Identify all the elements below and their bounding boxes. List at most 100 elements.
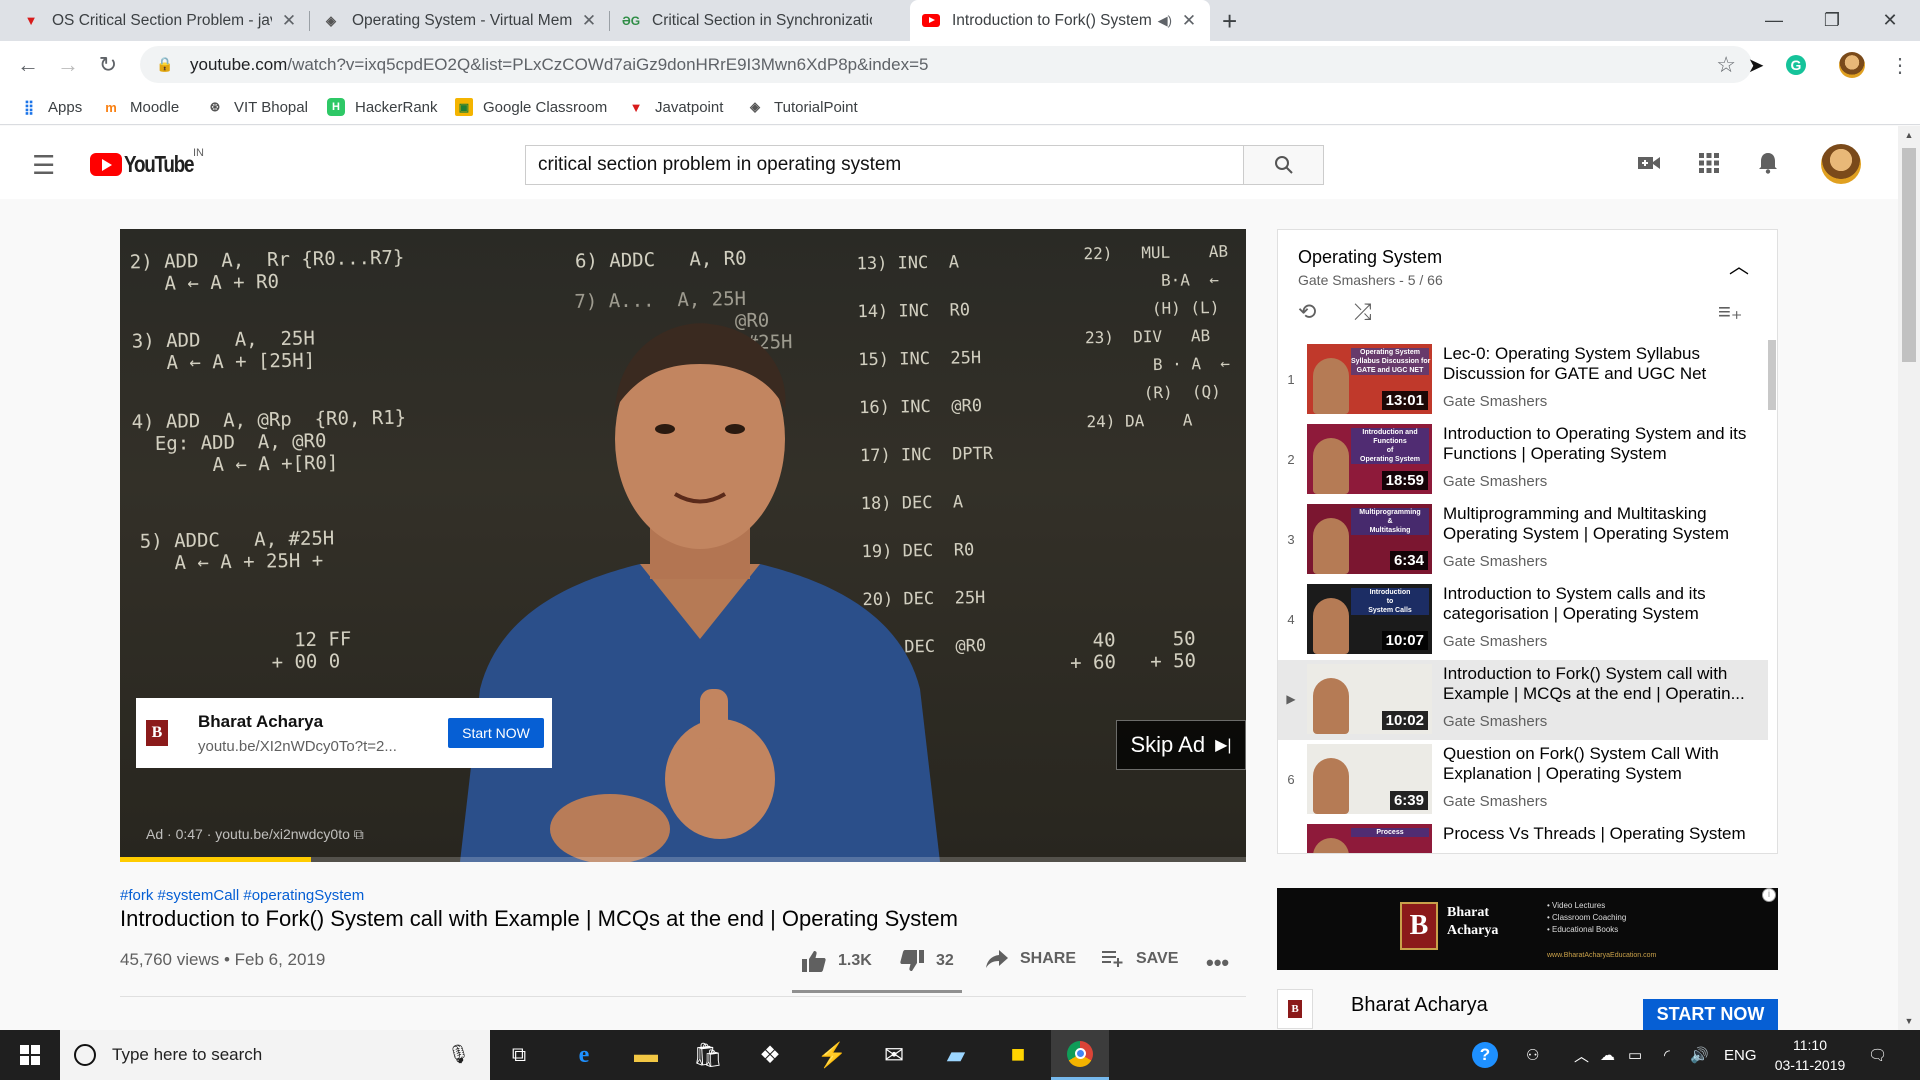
playlist-item-thumbnail[interactable]: Introduction and Functions of Operating … bbox=[1307, 424, 1432, 494]
microphone-icon[interactable]: 🎙 bbox=[447, 1044, 470, 1065]
start-button[interactable] bbox=[0, 1030, 60, 1080]
ad-info-icon[interactable]: i bbox=[1762, 888, 1776, 902]
close-icon[interactable]: ✕ bbox=[280, 11, 298, 31]
video-player[interactable]: 2) ADD A, Rr {R0...R7} A ← A + R0 3) ADD… bbox=[120, 229, 1246, 862]
onedrive-cloud-icon[interactable]: ☁ bbox=[1600, 1030, 1615, 1080]
browser-tab[interactable]: ƏG Critical Section in Synchronization ✕ bbox=[610, 0, 910, 41]
help-icon[interactable]: ? bbox=[1472, 1030, 1498, 1080]
chevron-up-icon[interactable]: ︿ bbox=[1729, 250, 1749, 279]
playlist-item-title[interactable]: Process Vs Threads | Operating System bbox=[1443, 824, 1753, 844]
ad-start-now-button[interactable]: Start NOW bbox=[448, 718, 544, 748]
bookmark-star-icon[interactable]: ☆ bbox=[1716, 52, 1736, 78]
battery-icon[interactable]: ▭ bbox=[1628, 1030, 1642, 1080]
hamburger-menu-icon[interactable]: ☰ bbox=[32, 150, 55, 181]
scrollbar-thumb[interactable] bbox=[1902, 148, 1916, 362]
more-actions-icon[interactable]: ••• bbox=[1206, 950, 1229, 976]
taskbar-search-box[interactable]: Type here to search 🎙 bbox=[60, 1030, 490, 1080]
playlist-item-thumbnail[interactable]: Process bbox=[1307, 824, 1432, 853]
close-icon[interactable]: ✕ bbox=[1180, 11, 1198, 31]
back-arrow-icon[interactable]: ← bbox=[12, 49, 44, 81]
menu-kebab-icon[interactable]: ⋮ bbox=[1884, 49, 1916, 81]
playlist-item-thumbnail[interactable]: Introduction to System Calls 10:07 bbox=[1307, 584, 1432, 654]
browser-tab[interactable]: ◈ Operating System - Virtual Memory ✕ bbox=[310, 0, 610, 41]
grammarly-icon[interactable]: G bbox=[1780, 49, 1812, 81]
speaker-icon[interactable]: ◀) bbox=[1158, 13, 1172, 29]
bookmark-moodle[interactable]: m Moodle bbox=[102, 96, 179, 118]
playlist-item[interactable]: 4 Introduction to System Calls 10:07 Introd… bbox=[1278, 580, 1768, 660]
playlist-item-title[interactable]: Multiprogramming and Multitasking Operat… bbox=[1443, 504, 1753, 544]
forward-arrow-icon[interactable]: → bbox=[52, 49, 84, 81]
ad-link[interactable]: youtu.be/XI2nWDcy0To?t=2... bbox=[198, 738, 418, 755]
dropbox-icon[interactable]: ❖ bbox=[741, 1030, 799, 1080]
search-button[interactable] bbox=[1244, 145, 1324, 185]
playlist-item-thumbnail[interactable]: Operating System Syllabus Discussion for… bbox=[1307, 344, 1432, 414]
playlist-item[interactable]: 6 6:39 Question on Fork() System Call With… bbox=[1278, 740, 1768, 820]
address-bar[interactable]: 🔒 youtube.com/watch?v=ixq5cpdEO2Q&list=P… bbox=[140, 46, 1752, 83]
bookmark-google-classroom[interactable]: ▣ Google Classroom bbox=[455, 96, 607, 118]
ad-progress-bar[interactable] bbox=[120, 857, 1246, 862]
bookmark-vit-bhopal[interactable]: ⊛ VIT Bhopal bbox=[206, 96, 308, 118]
visual-studio-icon[interactable]: ⚡ bbox=[803, 1030, 861, 1080]
notifications-bell-icon[interactable] bbox=[1755, 150, 1781, 176]
minimize-icon[interactable]: — bbox=[1745, 0, 1803, 41]
scroll-down-arrow-icon[interactable]: ▼ bbox=[1898, 1012, 1920, 1030]
bookmark-tutorialpoint[interactable]: ◈ TutorialPoint bbox=[746, 96, 858, 118]
playlist-scrollbar-thumb[interactable] bbox=[1768, 340, 1776, 410]
store-icon[interactable]: 🛍 bbox=[679, 1030, 737, 1080]
playlist-item[interactable]: 7 Process Process Vs Threads | Operating S… bbox=[1278, 820, 1768, 853]
playlist-item-title[interactable]: Question on Fork() System Call With Expl… bbox=[1443, 744, 1753, 784]
close-icon[interactable]: ✕ bbox=[580, 11, 598, 31]
volume-icon[interactable]: 🔊 bbox=[1690, 1030, 1709, 1080]
cursor-extension-icon[interactable]: ➤ bbox=[1740, 49, 1772, 81]
maximize-icon[interactable]: ❐ bbox=[1803, 0, 1861, 41]
playlist-item-title[interactable]: Introduction to System calls and its cat… bbox=[1443, 584, 1753, 624]
page-scrollbar[interactable]: ▲ ▼ bbox=[1898, 126, 1920, 1030]
scroll-up-arrow-icon[interactable]: ▲ bbox=[1898, 126, 1920, 144]
apps-grid-icon[interactable] bbox=[1696, 150, 1722, 176]
playlist-item[interactable]: 3 Multiprogramming & Multitasking 6:34 Mult… bbox=[1278, 500, 1768, 580]
new-tab-icon[interactable]: + bbox=[1222, 6, 1237, 37]
playlist-item-thumbnail[interactable]: 10:02 bbox=[1307, 664, 1432, 734]
sticky-notes-icon[interactable]: ■ bbox=[989, 1030, 1047, 1080]
search-input[interactable] bbox=[526, 146, 1243, 184]
edge-icon[interactable]: e bbox=[555, 1030, 613, 1080]
playlist-item[interactable]: 2 Introduction and Functions of Operating… bbox=[1278, 420, 1768, 500]
playlist-item-thumbnail[interactable]: 6:39 bbox=[1307, 744, 1432, 814]
create-video-icon[interactable] bbox=[1636, 150, 1662, 176]
tray-chevron-up-icon[interactable]: ︿ bbox=[1574, 1030, 1589, 1080]
overlay-ad-card[interactable]: B Bharat Acharya youtu.be/XI2nWDcy0To?t=… bbox=[136, 698, 552, 768]
app-icon[interactable]: ▰ bbox=[927, 1030, 985, 1080]
user-avatar[interactable] bbox=[1821, 144, 1861, 184]
companion-ad[interactable]: B Bharat Acharya START NOW bbox=[1277, 985, 1778, 1030]
playlist-item-thumbnail[interactable]: Multiprogramming & Multitasking 6:34 bbox=[1307, 504, 1432, 574]
shuffle-icon[interactable]: ⤮ bbox=[1354, 299, 1372, 325]
save-button[interactable]: SAVE bbox=[1102, 950, 1178, 968]
playlist-item-title[interactable]: Introduction to Operating System and its… bbox=[1443, 424, 1753, 464]
system-clock[interactable]: 11:10 03-11-2019 bbox=[1770, 1035, 1850, 1075]
reload-icon[interactable]: ↻ bbox=[92, 49, 124, 81]
people-icon[interactable]: ⚇ bbox=[1526, 1030, 1539, 1080]
search-box[interactable] bbox=[525, 145, 1244, 185]
browser-tab-active[interactable]: Introduction to Fork() System call ◀) ✕ bbox=[910, 0, 1210, 41]
skip-ad-button[interactable]: Skip Ad ▶| bbox=[1116, 720, 1246, 770]
playlist-item-title[interactable]: Lec-0: Operating System Syllabus Discuss… bbox=[1443, 344, 1753, 384]
wifi-icon[interactable]: ◜ bbox=[1664, 1030, 1670, 1080]
bookmark-javatpoint[interactable]: ▼ Javatpoint bbox=[627, 96, 724, 118]
like-button[interactable]: 1.3K bbox=[802, 950, 872, 972]
browser-tab[interactable]: ▼ OS Critical Section Problem - javatpoi… bbox=[10, 0, 310, 41]
ad-info-bar[interactable]: Ad · 0:47 · youtu.be/xi2nwdcy0to ⧉ bbox=[146, 826, 364, 843]
playlist-add-icon[interactable]: ≡₊ bbox=[1718, 299, 1742, 325]
task-view-icon[interactable]: ⧉ bbox=[490, 1030, 548, 1080]
profile-avatar[interactable] bbox=[1836, 49, 1868, 81]
bookmark-hackerrank[interactable]: H HackerRank bbox=[327, 96, 438, 118]
bookmark-apps[interactable]: ⣿ Apps bbox=[20, 96, 82, 118]
banner-ad[interactable]: i B Bharat Acharya • Video Lectures • Cl… bbox=[1277, 888, 1778, 970]
file-explorer-icon[interactable]: ▬ bbox=[617, 1030, 675, 1080]
window-close-icon[interactable]: ✕ bbox=[1861, 0, 1919, 41]
playlist-item-title[interactable]: Introduction to Fork() System call with … bbox=[1443, 664, 1753, 704]
playlist-title[interactable]: Operating System bbox=[1298, 247, 1442, 268]
mail-icon[interactable]: ✉ bbox=[865, 1030, 923, 1080]
loop-icon[interactable]: ⟲ bbox=[1298, 299, 1316, 325]
playlist-item[interactable]: 1 Operating System Syllabus Discussion fo… bbox=[1278, 340, 1768, 420]
chrome-icon[interactable] bbox=[1051, 1030, 1109, 1080]
